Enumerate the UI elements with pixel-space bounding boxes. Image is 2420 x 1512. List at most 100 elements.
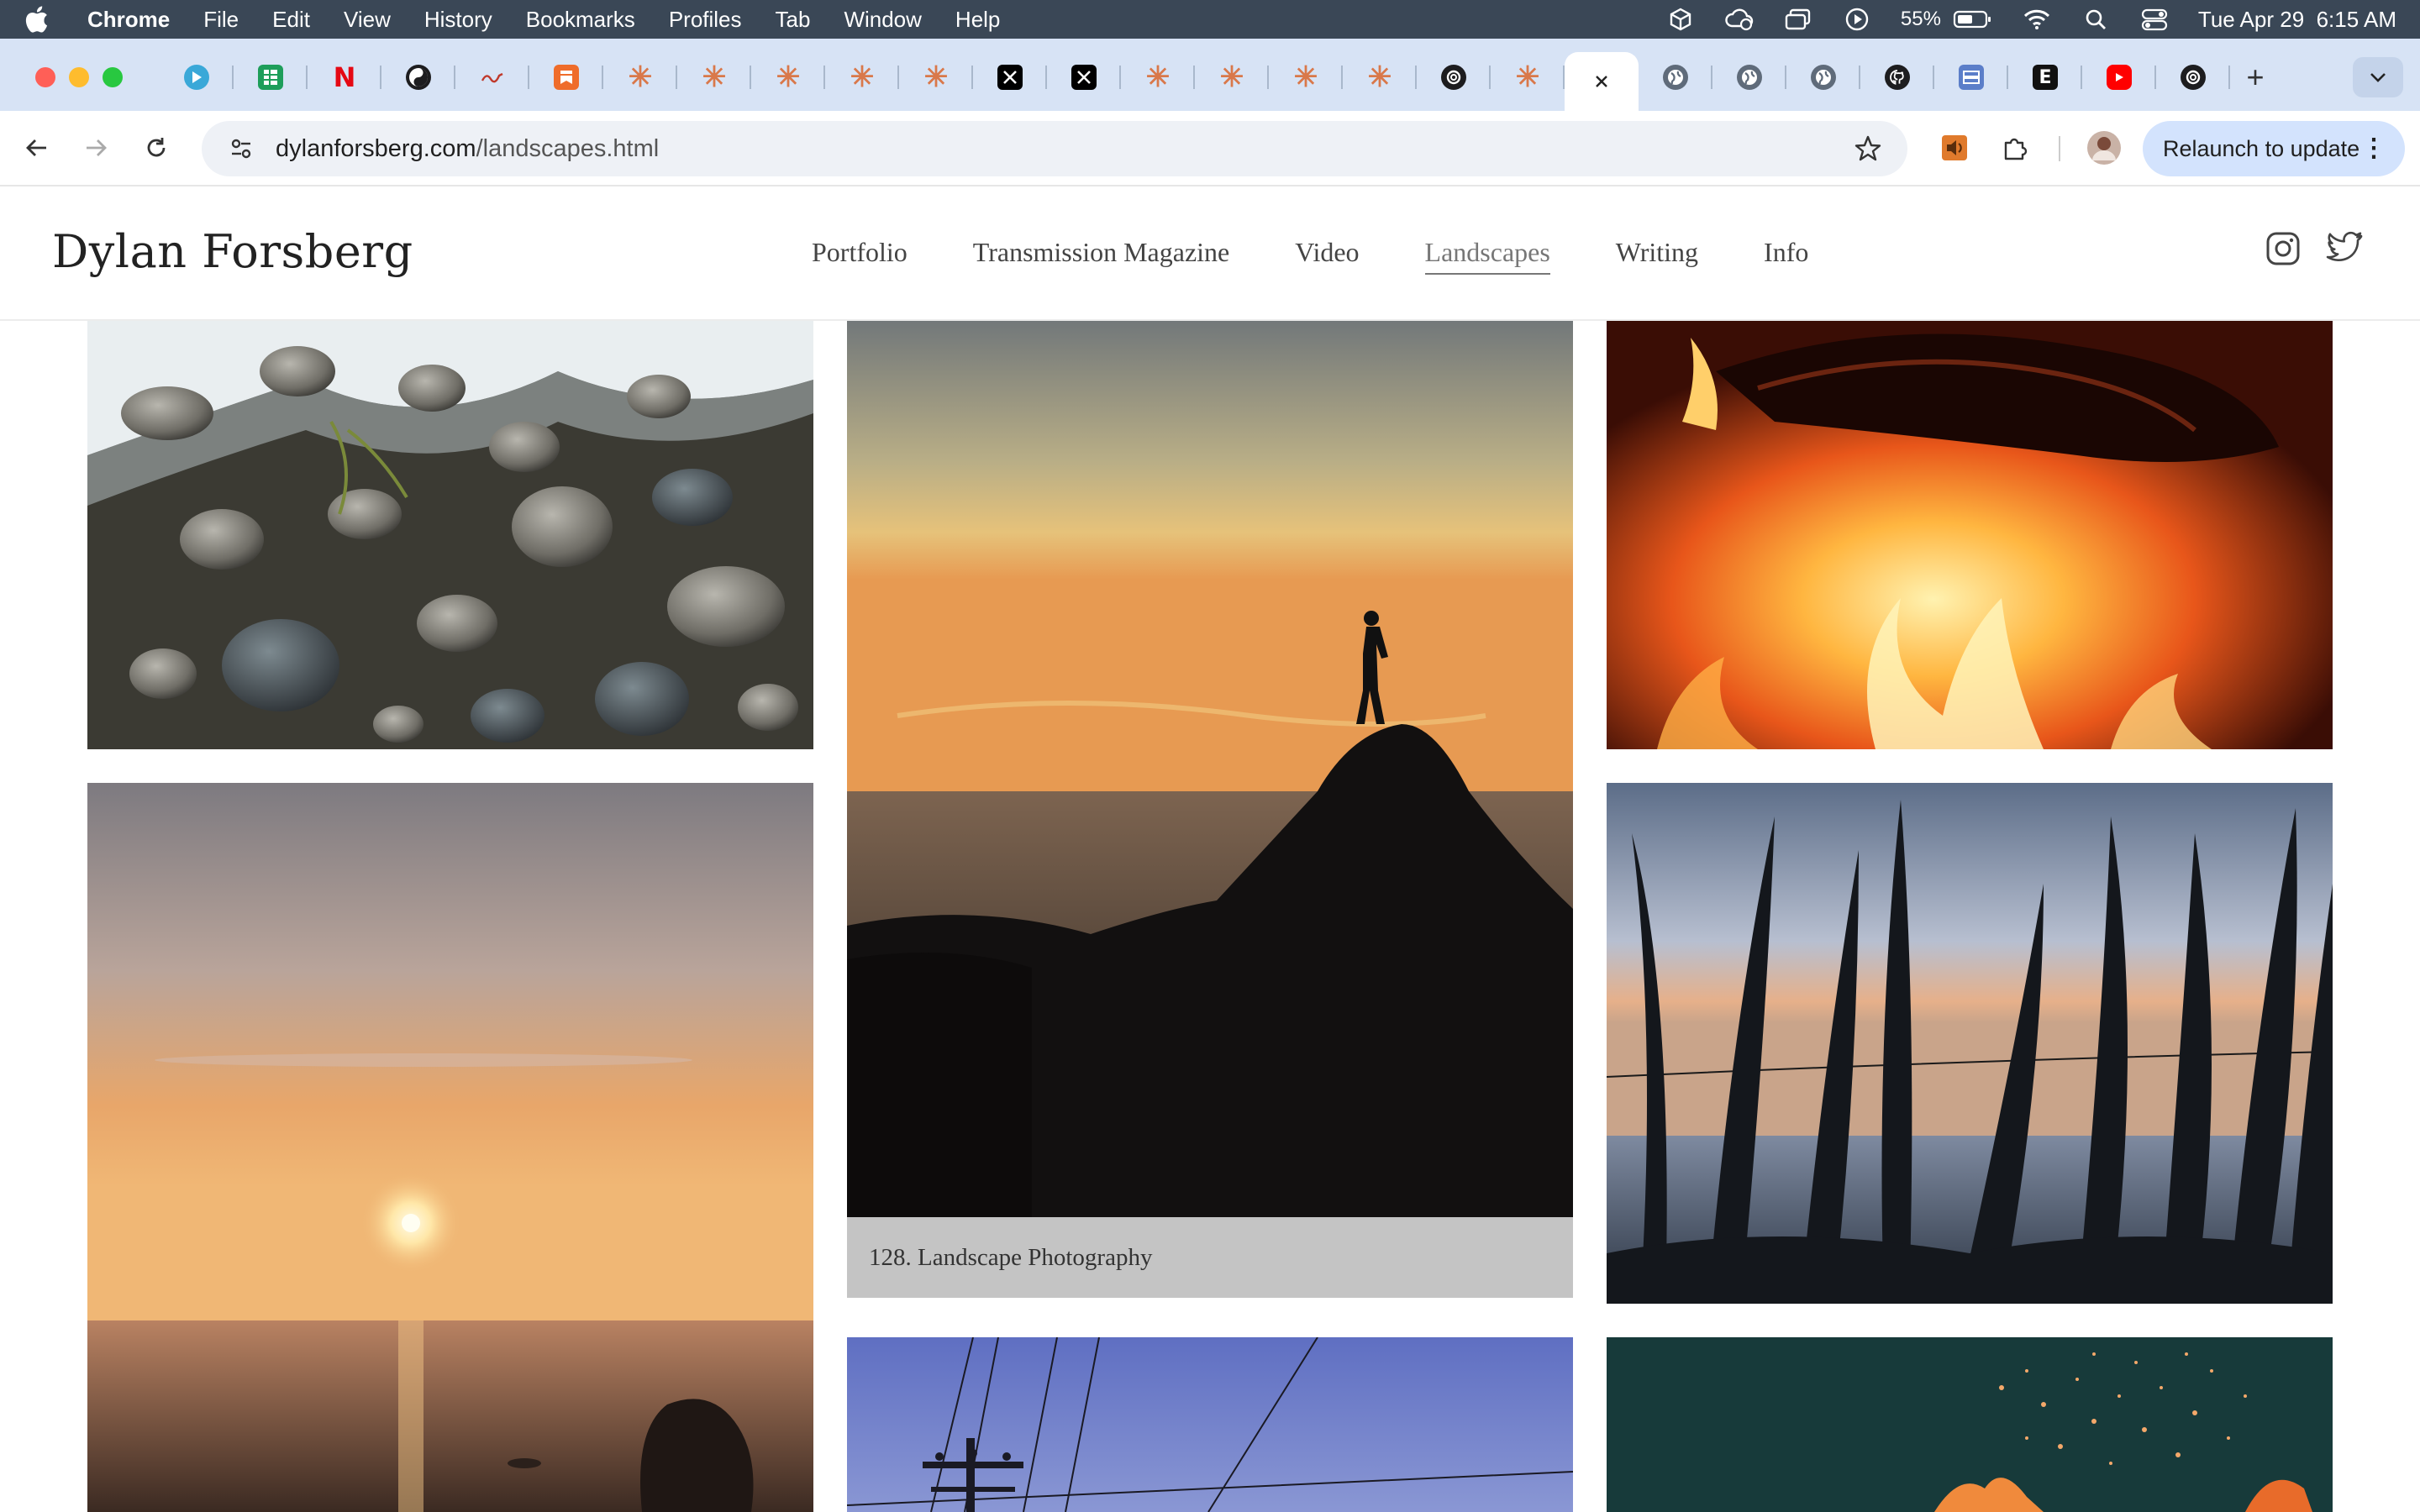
claude-icon: ✳ <box>702 61 727 93</box>
browser-tab[interactable]: ✳ <box>603 52 677 102</box>
browser-tab[interactable] <box>1860 52 1934 102</box>
play-icon <box>184 65 209 90</box>
menu-bookmarks[interactable]: Bookmarks <box>526 7 635 33</box>
browser-tab[interactable]: ✳ <box>1195 52 1269 102</box>
more-menu-icon[interactable]: ⋮ <box>2361 136 2386 161</box>
bookmark-star-icon[interactable] <box>1854 134 1882 163</box>
claude-icon: ✳ <box>1515 61 1540 93</box>
browser-tab[interactable] <box>234 52 308 102</box>
menu-view[interactable]: View <box>344 7 391 33</box>
browser-tab[interactable]: ✳ <box>1491 52 1565 102</box>
campfire-flames-photo[interactable] <box>1607 321 2333 749</box>
menu-file[interactable]: File <box>203 7 239 33</box>
profile-avatar[interactable] <box>2086 129 2123 166</box>
globe-icon <box>1811 65 1836 90</box>
browser-tab[interactable]: ✳ <box>1343 52 1417 102</box>
browser-tab[interactable] <box>381 52 455 102</box>
netflix-icon: N <box>333 61 356 93</box>
close-icon[interactable] <box>1589 69 1614 94</box>
media-play-icon[interactable] <box>1842 7 1872 32</box>
menubar-clock[interactable]: Tue Apr 29 6:15 AM <box>2198 7 2396 33</box>
menu-edit[interactable]: Edit <box>272 7 310 33</box>
browser-tab[interactable] <box>2082 52 2156 102</box>
site-title[interactable]: Dylan Forsberg <box>52 225 413 278</box>
browser-tab[interactable] <box>973 52 1047 102</box>
browser-tab[interactable]: ✳ <box>677 52 751 102</box>
audio-extension-icon[interactable] <box>1936 129 1973 166</box>
browser-tab[interactable] <box>1934 52 2008 102</box>
chevron-down-icon <box>2370 73 2386 82</box>
menu-app-name[interactable]: Chrome <box>87 7 170 33</box>
pampas-grass-sunset-photo[interactable] <box>1607 783 2333 1304</box>
claude-icon: ✳ <box>628 61 653 93</box>
tab-search-button[interactable] <box>2353 57 2403 97</box>
browser-tab[interactable] <box>1417 52 1491 102</box>
beach-pebbles-photo[interactable] <box>87 321 813 749</box>
browser-tab[interactable]: ✳ <box>1269 52 1343 102</box>
browser-tab[interactable] <box>1786 52 1860 102</box>
cloud-sync-icon[interactable] <box>1724 7 1754 32</box>
ocean-sunset-photo[interactable] <box>87 783 813 1512</box>
menu-help[interactable]: Help <box>955 7 1000 33</box>
url-text[interactable]: dylanforsberg.com/landscapes.html <box>276 135 659 163</box>
menu-history[interactable]: History <box>424 7 492 33</box>
x-icon <box>1071 65 1097 90</box>
battery-icon[interactable] <box>1951 7 1993 32</box>
browser-tab[interactable]: N <box>308 52 381 102</box>
wifi-icon[interactable] <box>2022 7 2052 32</box>
screen-mirror-icon[interactable] <box>1783 7 1813 32</box>
globe-icon <box>1663 65 1688 90</box>
claude-icon: ✳ <box>1293 61 1318 93</box>
address-bar[interactable]: dylanforsberg.com/landscapes.html <box>202 121 1907 176</box>
zoom-window-button[interactable] <box>103 67 123 87</box>
openai-icon <box>2181 65 2206 90</box>
battery-percent: 55% <box>1900 8 1941 30</box>
browser-tab[interactable]: ✳ <box>1121 52 1195 102</box>
browser-tab[interactable]: ✳ <box>899 52 973 102</box>
menu-profiles[interactable]: Profiles <box>669 7 742 33</box>
reload-button[interactable] <box>138 129 175 166</box>
back-button[interactable] <box>18 129 55 166</box>
reload-icon <box>147 138 166 157</box>
browser-tab[interactable] <box>1047 52 1121 102</box>
browser-tab[interactable] <box>2156 52 2230 102</box>
url-domain: dylanforsberg.com <box>276 134 476 162</box>
extensions-puzzle-icon[interactable] <box>1996 129 2033 166</box>
close-window-button[interactable] <box>35 67 55 87</box>
apple-icon[interactable] <box>24 5 57 34</box>
browser-tab[interactable] <box>1712 52 1786 102</box>
browser-tab[interactable] <box>529 52 603 102</box>
browser-tab[interactable]: ✳ <box>825 52 899 102</box>
server-icon <box>1959 65 1984 90</box>
new-tab-button[interactable]: + <box>2230 52 2281 102</box>
forward-button[interactable] <box>77 129 114 166</box>
wave-icon <box>480 65 505 90</box>
spotlight-search-icon[interactable] <box>2081 7 2111 32</box>
nav-video[interactable]: Video <box>1295 237 1359 275</box>
silhouette-cliff-sunset-photo[interactable] <box>847 321 1573 1217</box>
minimize-window-button[interactable] <box>69 67 89 87</box>
twitter-icon[interactable] <box>2326 230 2365 269</box>
instagram-icon[interactable] <box>2265 230 2303 269</box>
browser-tab[interactable] <box>455 52 529 102</box>
power-lines-sky-photo[interactable] <box>847 1337 1573 1512</box>
browser-tab[interactable]: ✳ <box>751 52 825 102</box>
nav-portfolio[interactable]: Portfolio <box>812 237 908 275</box>
relaunch-to-update-button[interactable]: Relaunch to update ⋮ <box>2143 121 2405 176</box>
nav-writing[interactable]: Writing <box>1616 237 1698 275</box>
browser-tab[interactable] <box>1639 52 1712 102</box>
package-icon[interactable] <box>1665 7 1696 32</box>
browser-tab-active[interactable] <box>1565 52 1639 111</box>
site-settings-icon[interactable] <box>227 134 255 163</box>
nav-transmission-magazine[interactable]: Transmission Magazine <box>973 237 1229 275</box>
fire-sparks-photo[interactable] <box>1607 1337 2333 1512</box>
nav-info[interactable]: Info <box>1764 237 1808 275</box>
nav-landscapes[interactable]: Landscapes <box>1424 237 1550 275</box>
browser-tab[interactable]: E <box>2008 52 2082 102</box>
menu-tab[interactable]: Tab <box>776 7 811 33</box>
claude-icon: ✳ <box>1145 61 1171 93</box>
browser-tab[interactable] <box>160 52 234 102</box>
tab-list: N ✳ ✳ ✳ ✳ ✳ ✳ ✳ ✳ ✳ ✳ E + <box>160 52 2281 111</box>
control-center-icon[interactable] <box>2139 7 2170 32</box>
menu-window[interactable]: Window <box>844 7 921 33</box>
